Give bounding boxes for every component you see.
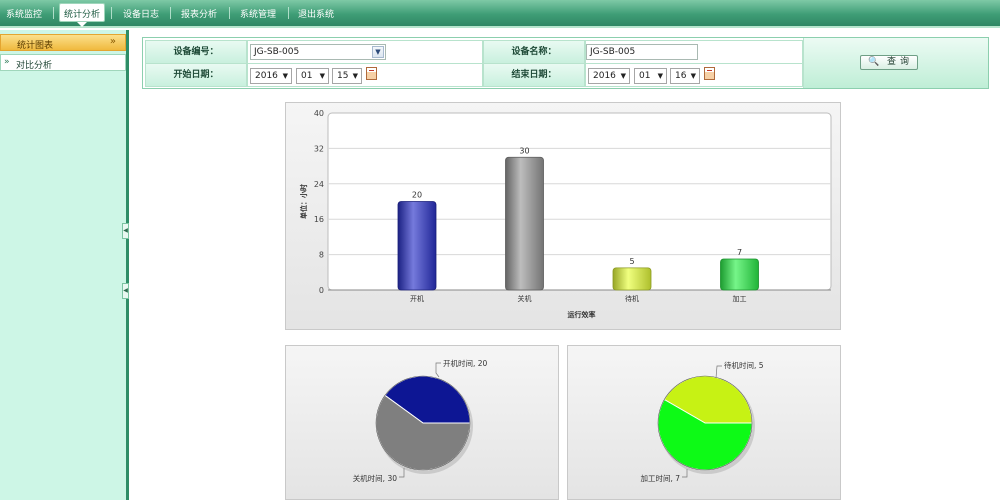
- device-name-label: 设备名称：: [483, 40, 585, 64]
- end-day-select[interactable]: 16 ▼: [670, 68, 700, 84]
- double-chevron-right-icon[interactable]: »: [110, 36, 116, 47]
- nav-separator: [229, 7, 230, 19]
- calendar-icon[interactable]: [704, 67, 715, 80]
- chevron-down-icon: ▼: [319, 72, 325, 80]
- x-tick-label: 待机: [625, 294, 639, 303]
- start-month-value: 01: [301, 71, 313, 81]
- x-tick-label: 关机: [518, 294, 532, 303]
- filter-form: 设备编号： JG-SB-005 ▼ 设备名称： JG-SB-005 开始日期： …: [142, 37, 989, 89]
- bar-data-label: 30: [519, 146, 529, 155]
- device-name-cell: JG-SB-005: [585, 40, 803, 64]
- bar-data-label: 20: [412, 191, 422, 200]
- x-axis-label: 运行效率: [568, 310, 596, 319]
- sidebar-section-header[interactable]: 统计图表 »: [0, 34, 126, 51]
- end-year-select[interactable]: 2016 ▼: [588, 68, 630, 84]
- pie-data-label: 待机时间, 5: [724, 360, 764, 370]
- start-date-label: 开始日期：: [145, 63, 247, 87]
- pie-data-label: 开机时间, 20: [443, 358, 488, 368]
- nav-item-statistics-analysis[interactable]: 统计分析: [59, 3, 106, 27]
- end-date-cell: 2016 ▼ 01 ▼ 16 ▼: [585, 63, 803, 87]
- end-year-value: 2016: [593, 71, 616, 81]
- y-tick-label: 32: [314, 144, 324, 153]
- nav-separator: [53, 7, 54, 19]
- nav-item-system-monitor[interactable]: 系统监控: [6, 7, 42, 20]
- y-tick-label: 0: [319, 286, 324, 295]
- bar-data-label: 7: [737, 248, 742, 257]
- chevron-down-icon: ▼: [690, 72, 696, 80]
- bar: [505, 156, 544, 291]
- nav-item-logout[interactable]: 退出系统: [298, 7, 334, 20]
- pie-leader-line: [399, 468, 405, 478]
- double-chevron-right-icon: »: [4, 57, 10, 67]
- start-day-select[interactable]: 15 ▼: [332, 68, 362, 84]
- device-id-value: JG-SB-005: [254, 47, 300, 57]
- pie-chart-panel-standby-processing: 待机时间, 5 加工时间, 7: [567, 345, 841, 500]
- device-id-select[interactable]: JG-SB-005 ▼: [250, 44, 386, 60]
- collapse-left-icon[interactable]: ◀: [122, 283, 129, 299]
- y-tick-label: 16: [314, 215, 324, 224]
- nav-separator: [111, 7, 112, 19]
- pie-leader-line: [715, 365, 722, 379]
- sidebar-section-title: 统计图表: [17, 41, 54, 51]
- y-tick-label: 40: [314, 109, 324, 118]
- x-tick-label: 加工: [733, 294, 747, 303]
- nav-item-report-analysis[interactable]: 报表分析: [181, 7, 217, 20]
- bar-chart-panel: 0 8 16 24 32 40 单位：小时运行效率 20 开机 30 关机 5 待机 7 加工: [285, 102, 841, 330]
- chevron-down-icon: ▼: [657, 72, 663, 80]
- pie-data-label: 加工时间, 7: [640, 473, 680, 483]
- y-tick-label: 8: [319, 251, 324, 260]
- query-button[interactable]: 🔍 查询: [860, 55, 918, 70]
- end-date-label: 结束日期：: [483, 63, 585, 87]
- bar: [397, 201, 437, 291]
- bar-data-label: 5: [629, 257, 634, 266]
- pie-chart-standby-processing: 待机时间, 5 加工时间, 7: [640, 360, 764, 483]
- calendar-icon[interactable]: [366, 67, 377, 80]
- bar: [612, 267, 652, 291]
- device-id-cell: JG-SB-005 ▼: [247, 40, 483, 64]
- pie-chart-panel-on-off: 开机时间, 20 关机时间, 30: [285, 345, 559, 500]
- device-name-field[interactable]: JG-SB-005: [586, 44, 698, 60]
- chevron-down-icon: ▼: [620, 72, 626, 80]
- y-tick-label: 24: [314, 180, 324, 189]
- nav-separator: [170, 7, 171, 19]
- start-day-value: 15: [337, 71, 349, 81]
- chevron-down-icon: ▼: [282, 72, 288, 80]
- pie-leader-line: [682, 469, 688, 478]
- sidebar-item-comparison-analysis[interactable]: » 对比分析: [0, 54, 126, 71]
- top-navigation-bar: 系统监控 统计分析 设备日志 报表分析 系统管理 退出系统: [0, 0, 1000, 28]
- device-id-label: 设备编号：: [145, 40, 247, 64]
- end-month-value: 01: [639, 71, 651, 81]
- chevron-down-icon[interactable]: ▼: [372, 46, 384, 58]
- pie-leader-line: [435, 362, 441, 378]
- sidebar-item-label: 对比分析: [16, 61, 53, 71]
- bar-chart: 0 8 16 24 32 40 单位：小时运行效率 20 开机 30 关机 5 待机 7 加工: [299, 109, 832, 319]
- pie-data-label: 关机时间, 30: [353, 473, 398, 483]
- chevron-down-icon: ▼: [352, 72, 358, 80]
- end-month-select[interactable]: 01 ▼: [634, 68, 667, 84]
- start-date-cell: 2016 ▼ 01 ▼ 15 ▼: [247, 63, 483, 87]
- start-month-select[interactable]: 01 ▼: [296, 68, 329, 84]
- start-year-value: 2016: [255, 71, 278, 81]
- nav-separator: [288, 7, 289, 19]
- collapse-left-icon[interactable]: ◀: [122, 223, 129, 239]
- sidebar-divider[interactable]: [126, 30, 129, 500]
- y-axis-label: 单位：小时: [299, 184, 308, 219]
- pie-chart-on-off: 开机时间, 20 关机时间, 30: [353, 358, 488, 483]
- bar: [720, 258, 759, 291]
- end-day-value: 16: [675, 71, 687, 81]
- x-tick-label: 开机: [410, 294, 424, 303]
- start-year-select[interactable]: 2016 ▼: [250, 68, 292, 84]
- nav-item-device-log[interactable]: 设备日志: [123, 7, 159, 20]
- query-button-label: 查询: [887, 57, 914, 67]
- query-cell: 🔍 查询: [803, 38, 988, 88]
- device-name-value: JG-SB-005: [590, 47, 636, 57]
- sidebar: 统计图表 » » 对比分析: [0, 30, 126, 500]
- nav-item-system-management[interactable]: 系统管理: [240, 7, 276, 20]
- search-icon: 🔍: [868, 57, 880, 67]
